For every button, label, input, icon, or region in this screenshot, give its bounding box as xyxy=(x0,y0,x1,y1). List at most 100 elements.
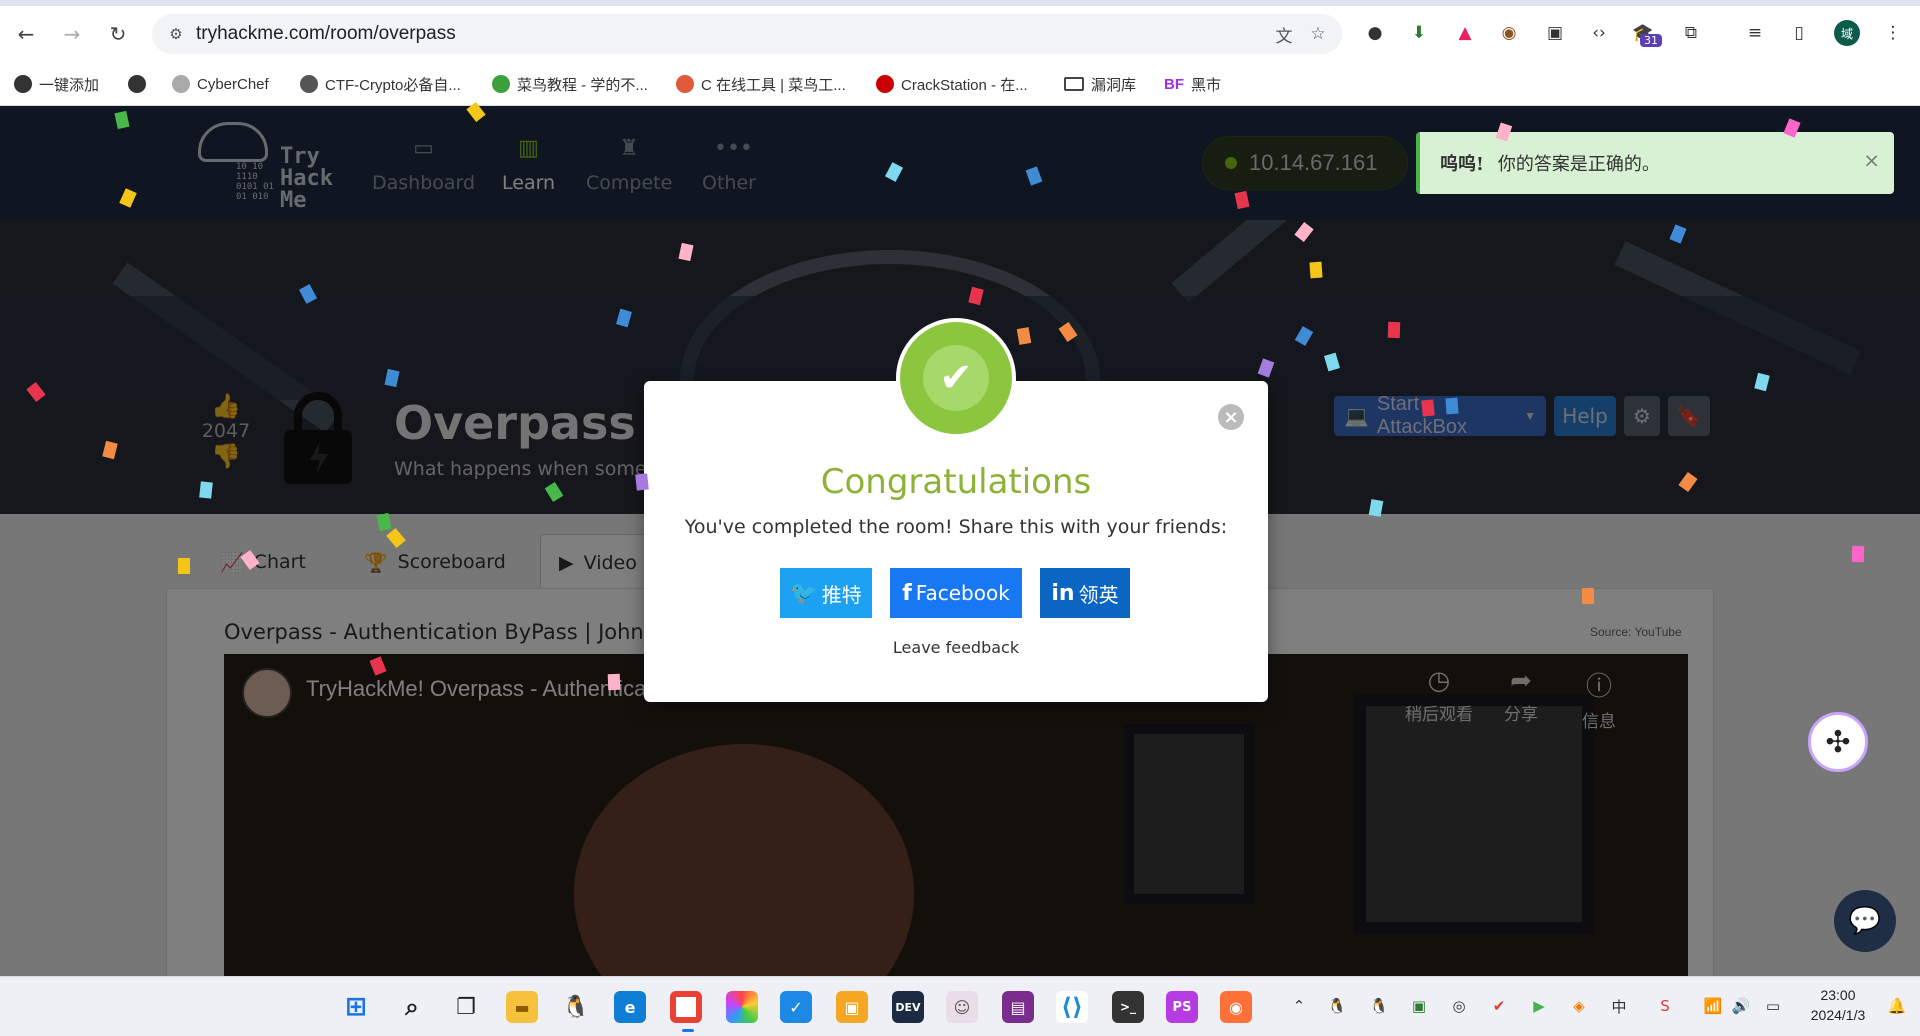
active-app-indicator xyxy=(682,1029,694,1032)
edge-icon[interactable]: e xyxy=(614,991,646,1023)
bookmark-item[interactable]: 一键添加 xyxy=(14,73,99,95)
extension-code-icon[interactable]: ‹› xyxy=(1586,20,1612,46)
vmware-icon[interactable]: ▣ xyxy=(836,991,868,1023)
tray-monitor-icon[interactable]: ▣ xyxy=(1408,995,1430,1017)
volume-icon[interactable]: 🔊 xyxy=(1730,995,1752,1017)
confetti-piece xyxy=(1445,397,1459,415)
tab-strip xyxy=(0,0,1920,6)
extension-circle-icon[interactable]: ● xyxy=(1362,20,1388,46)
side-panel-icon[interactable]: ▯ xyxy=(1786,20,1812,46)
leave-feedback-link[interactable]: Leave feedback xyxy=(644,638,1268,657)
modal-close-icon[interactable]: × xyxy=(1218,404,1244,430)
chrome-icon[interactable] xyxy=(670,991,702,1023)
share-linkedin-button[interactable]: in 领英 xyxy=(1040,568,1130,618)
confetti-piece xyxy=(178,558,190,574)
checkmark-icon: ✔ xyxy=(923,345,989,411)
url-text[interactable]: tryhackme.com/room/overpass xyxy=(196,23,456,45)
confetti-piece xyxy=(607,673,621,691)
tray-overflow-icon[interactable]: ⌃ xyxy=(1288,995,1310,1017)
chat-support-icon[interactable]: 💬 xyxy=(1834,890,1896,952)
check-app-icon[interactable]: ✓ xyxy=(780,991,812,1023)
assistant-float-icon[interactable]: ✣ xyxy=(1808,712,1868,772)
tray-red-check-icon[interactable]: ✔ xyxy=(1488,995,1510,1017)
forward-icon[interactable]: → xyxy=(58,20,86,48)
confetti-piece xyxy=(199,481,213,499)
bookmark-item[interactable]: C 在线工具 | 菜鸟工... xyxy=(676,73,846,95)
media-control-icon[interactable]: ≡ xyxy=(1742,20,1768,46)
bookmark-label: 菜鸟教程 - 学的不... xyxy=(517,76,648,94)
confetti-piece xyxy=(1309,261,1323,279)
extension-download-icon[interactable]: ⬇ xyxy=(1406,20,1432,46)
bookmark-item[interactable]: BF 黑市 xyxy=(1164,73,1221,95)
bookmark-item[interactable]: CTF-Crypto必备自... xyxy=(300,73,461,95)
tray-github-icon[interactable]: ◎ xyxy=(1448,995,1470,1017)
tray-play-icon[interactable]: ▶ xyxy=(1528,995,1550,1017)
bookmark-label: 一键添加 xyxy=(39,76,100,94)
bookmark-label: CyberChef xyxy=(197,75,269,93)
toast-message: 你的答案是正确的。 xyxy=(1497,154,1660,175)
bookmark-label: CTF-Crypto必备自... xyxy=(325,76,461,94)
profile-avatar[interactable]: 域 xyxy=(1834,20,1860,46)
extension-badge: 31 xyxy=(1640,34,1662,47)
code-icon xyxy=(676,75,694,93)
back-icon[interactable]: ← xyxy=(12,20,40,48)
site-settings-icon[interactable]: ⚙ xyxy=(164,22,188,46)
share-facebook-button[interactable]: f Facebook xyxy=(890,568,1022,618)
phpstorm-icon[interactable]: PS xyxy=(1166,991,1198,1023)
battery-icon[interactable]: ▭ xyxy=(1762,995,1784,1017)
facebook-icon: f xyxy=(902,580,912,606)
notification-bell-icon[interactable]: 🔔 xyxy=(1886,995,1908,1017)
toast-strong: 呜呜! xyxy=(1440,154,1484,175)
tray-input-icon[interactable]: 中 xyxy=(1608,995,1630,1017)
tray-qq2-icon[interactable]: 🐧 xyxy=(1368,995,1390,1017)
chef-icon xyxy=(172,75,190,93)
bookmark-item[interactable]: 漏洞库 xyxy=(1064,73,1136,95)
modal-title: Congratulations xyxy=(820,462,1092,502)
wifi-icon[interactable]: 📶 xyxy=(1702,995,1724,1017)
extensions-puzzle-icon[interactable]: ⧉ xyxy=(1678,20,1704,46)
firefox-icon[interactable]: ◉ xyxy=(1220,991,1252,1023)
translate-icon[interactable]: 文 xyxy=(1272,22,1296,47)
bookmark-label: 漏洞库 xyxy=(1091,76,1137,94)
globe-icon xyxy=(128,75,146,93)
toast-close-icon[interactable]: × xyxy=(1863,148,1880,172)
windows-taskbar: ⊞ ⌕ ❐ ▬ 🐧 e ✓ ▣ DEV ☺ ▤ ⟨⟩ >_ PS ◉ ⌃ 🐧 🐧… xyxy=(0,976,1920,1036)
confetti-piece xyxy=(1851,545,1865,563)
file-explorer-icon[interactable]: ▬ xyxy=(506,991,538,1023)
bookmark-star-icon[interactable]: ☆ xyxy=(1306,22,1330,46)
terminal-icon[interactable]: >_ xyxy=(1112,991,1144,1023)
chrome-menu-icon[interactable]: ⋮ xyxy=(1880,20,1906,46)
color-app-icon[interactable] xyxy=(726,991,758,1023)
share-twitter-button[interactable]: 🐦 推特 xyxy=(780,568,872,618)
tray-s-icon[interactable]: S xyxy=(1654,995,1676,1017)
globe-icon xyxy=(14,75,32,93)
qq-icon[interactable]: 🐧 xyxy=(560,991,592,1023)
windows-start-icon[interactable]: ⊞ xyxy=(340,991,372,1023)
bookmark-item[interactable] xyxy=(128,73,146,95)
anime-app-icon[interactable]: ☺ xyxy=(946,991,978,1023)
clock-date: 2024/1/3 xyxy=(1810,1007,1866,1023)
twitter-icon: 🐦 xyxy=(790,580,818,606)
confetti-piece xyxy=(635,473,649,491)
system-clock[interactable]: 23:00 2024/1/3 xyxy=(1800,985,1876,1025)
dev-cpp-icon[interactable]: DEV xyxy=(892,991,924,1023)
extension-cookie-icon[interactable]: ◉ xyxy=(1496,20,1522,46)
bookmark-item[interactable]: CrackStation - 在... xyxy=(876,73,1028,95)
winrar-icon[interactable]: ▤ xyxy=(1002,991,1034,1023)
extension-game-icon[interactable]: ▣ xyxy=(1542,20,1568,46)
success-toast: 呜呜! 你的答案是正确的。 × xyxy=(1416,132,1894,194)
vscode-icon[interactable]: ⟨⟩ xyxy=(1056,991,1088,1023)
search-icon[interactable]: ⌕ xyxy=(396,991,428,1023)
extension-a-icon[interactable]: ▲ xyxy=(1452,20,1478,46)
confetti-piece xyxy=(1421,399,1435,417)
bookmark-item[interactable]: 菜鸟教程 - 学的不... xyxy=(492,73,648,95)
task-view-icon[interactable]: ❐ xyxy=(450,991,482,1023)
bf-icon: BF xyxy=(1164,75,1184,93)
bookmark-label: C 在线工具 | 菜鸟工... xyxy=(701,76,846,94)
reload-icon[interactable]: ↻ xyxy=(104,20,132,48)
confetti-piece xyxy=(1387,321,1401,339)
tray-orange-icon[interactable]: ◈ xyxy=(1568,995,1590,1017)
bookmark-item[interactable]: CyberChef xyxy=(172,73,269,95)
tray-qq-icon[interactable]: 🐧 xyxy=(1326,995,1348,1017)
address-bar[interactable]: ⚙ tryhackme.com/room/overpass 文 ☆ xyxy=(152,14,1342,54)
